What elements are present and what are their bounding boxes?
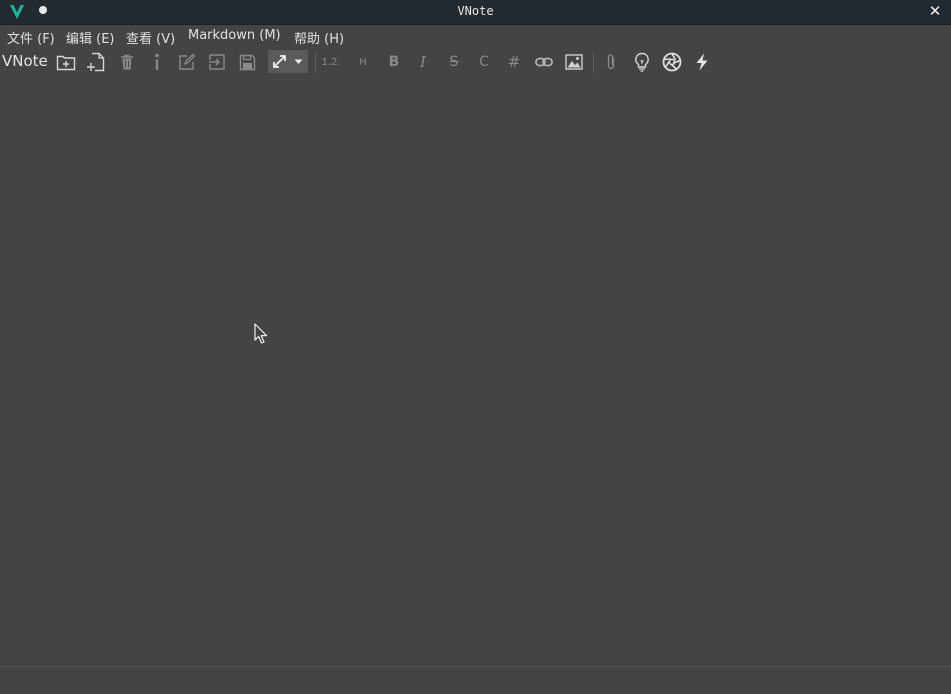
expand-icon	[273, 55, 286, 68]
menu-bar: 文件 (F) 编辑 (E) 查看 (V) Markdown (M) 帮助 (H)	[0, 25, 951, 47]
menu-markdown[interactable]: Markdown (M)	[188, 28, 281, 43]
tip-button[interactable]	[631, 51, 653, 73]
image-icon	[565, 54, 583, 70]
inline-code-button[interactable]: C	[473, 51, 495, 73]
export-icon	[209, 54, 225, 70]
chevron-down-icon	[294, 59, 303, 64]
new-notebook-icon	[56, 55, 76, 71]
info-button[interactable]	[146, 51, 168, 73]
menu-file[interactable]: 文件 (F)	[7, 28, 55, 47]
inline-code-label: C	[479, 54, 489, 70]
status-bar	[0, 666, 951, 694]
menu-edit[interactable]: 编辑 (E)	[66, 28, 115, 47]
heading-button[interactable]: H	[352, 51, 374, 73]
mouse-cursor-icon	[254, 323, 268, 344]
delete-button[interactable]	[116, 51, 138, 73]
expand-mode-button[interactable]	[268, 50, 308, 73]
info-icon	[155, 53, 159, 70]
strikethrough-label: S	[449, 54, 459, 70]
new-notebook-button[interactable]	[55, 51, 77, 73]
lightning-button[interactable]	[691, 51, 713, 73]
edit-icon	[179, 53, 196, 70]
aperture-icon	[662, 52, 682, 72]
numbered-list-button[interactable]: 1.2.	[320, 51, 342, 73]
bold-label: B	[388, 54, 400, 70]
code-block-label: #	[507, 53, 521, 71]
delete-icon	[121, 54, 133, 70]
toolbar: VNote 1.2. H B I S C #	[0, 48, 951, 76]
tip-icon	[635, 52, 649, 72]
menu-view[interactable]: 查看 (V)	[126, 28, 175, 47]
edit-button[interactable]	[176, 51, 198, 73]
lightning-icon	[696, 53, 708, 71]
strikethrough-button[interactable]: S	[443, 51, 465, 73]
save-button[interactable]	[236, 51, 258, 73]
menu-help[interactable]: 帮助 (H)	[294, 28, 344, 47]
title-bar: VNote ✕	[0, 0, 951, 25]
attachment-button[interactable]	[600, 51, 622, 73]
toolbar-separator	[593, 51, 594, 73]
attachment-icon	[607, 54, 615, 70]
link-button[interactable]	[533, 51, 555, 73]
image-button[interactable]	[563, 51, 585, 73]
italic-button[interactable]: I	[412, 51, 434, 73]
export-button[interactable]	[206, 51, 228, 73]
aperture-button[interactable]	[661, 51, 683, 73]
new-note-button[interactable]	[85, 51, 107, 73]
window-title: VNote	[457, 4, 494, 18]
close-button[interactable]: ✕	[926, 2, 944, 20]
new-note-icon	[87, 52, 105, 72]
numbered-list-label: 1.2.	[321, 56, 341, 68]
italic-label: I	[420, 53, 426, 71]
save-icon	[239, 54, 255, 70]
main-workspace[interactable]	[0, 78, 951, 666]
bold-button[interactable]: B	[383, 51, 405, 73]
toolbar-label: VNote	[2, 52, 48, 70]
code-block-button[interactable]: #	[503, 51, 525, 73]
heading-label: H	[359, 56, 367, 68]
toolbar-separator	[315, 51, 316, 73]
link-icon	[535, 57, 553, 67]
